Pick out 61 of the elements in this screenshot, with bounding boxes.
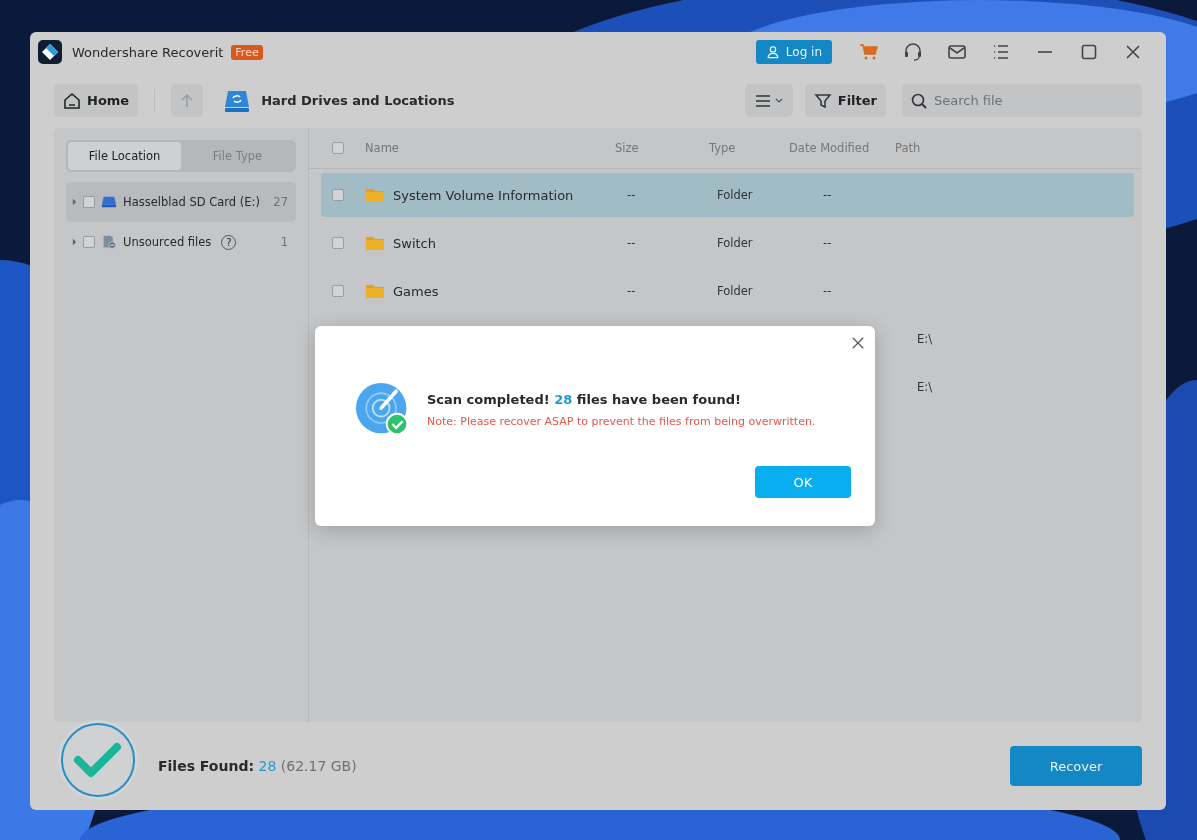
warning-note: Note: Please recover ASAP to prevent the files from being overwritten. [427,415,816,428]
filter-icon [813,91,832,110]
table-cell: Folder [717,284,753,298]
file-name: System Volume Information [393,187,574,203]
app-logo-icon [38,40,62,64]
home-icon [63,91,81,110]
sidebar-tab[interactable]: File Location [68,142,181,170]
item-count: 27 [273,195,288,209]
menu-icon[interactable] [991,42,1011,62]
mail-icon[interactable] [947,42,967,62]
expand-icon[interactable] [72,238,77,246]
headset-icon[interactable] [903,42,923,62]
tree-item-label: Hasselblad SD Card (E:) [123,195,260,209]
search-icon [910,92,928,110]
table-row[interactable]: Games -- Folder -- [321,269,1134,313]
search-field[interactable]: Search file [902,84,1142,117]
table-row[interactable]: Switch -- Folder -- [321,221,1134,265]
table-cell: -- [823,188,832,202]
files-found-summary: Files Found: 28 (62.17 GB) [158,758,357,774]
folder-icon [365,235,385,251]
tree-item[interactable]: Unsourced files ? 1 [66,222,296,262]
recover-button[interactable]: Recover [1010,746,1142,786]
table-cell: E:\ [917,380,932,394]
table-cell: -- [627,236,636,250]
drive-icon [223,88,252,113]
table-cell: E:\ [917,332,932,346]
view-menu-button[interactable] [744,84,793,117]
table-cell: Folder [717,188,753,202]
checkbox[interactable] [332,285,344,297]
user-icon [765,45,780,59]
item-count: 1 [280,235,288,249]
table-row[interactable]: System Volume Information -- Folder -- [321,173,1134,217]
select-all-checkbox[interactable] [332,142,344,154]
folder-icon [365,283,385,299]
file-minus-icon [101,235,117,249]
cart-icon[interactable] [859,42,879,62]
checkbox[interactable] [332,189,344,201]
tree-item-label: Unsourced files [123,235,212,249]
window-title: Wondershare Recoverit [72,44,224,60]
checkbox[interactable] [332,237,344,249]
folder-icon [365,187,385,203]
location-title: Hard Drives and Locations [261,93,455,108]
tree-item[interactable]: Hasselblad SD Card (E:) 27 [66,182,296,222]
home-button[interactable]: Home [54,84,139,117]
table-cell: -- [823,236,832,250]
filter-button[interactable]: Filter [804,84,886,117]
drive-icon [101,195,117,209]
close-icon[interactable] [851,336,865,350]
table-cell: -- [823,284,832,298]
maximize-icon[interactable] [1079,42,1099,62]
file-name: Switch [393,235,436,251]
file-name: Games [393,283,439,299]
expand-icon[interactable] [72,198,77,206]
table-cell: -- [627,188,636,202]
checkbox[interactable] [83,236,95,248]
login-button[interactable]: Log in [755,40,832,64]
table-cell: -- [627,284,636,298]
table-cell: Folder [717,236,753,250]
plan-badge: Free [231,44,263,60]
checkbox[interactable] [83,196,95,208]
dialog-message: Scan completed! 28 files have been found! [427,392,742,407]
